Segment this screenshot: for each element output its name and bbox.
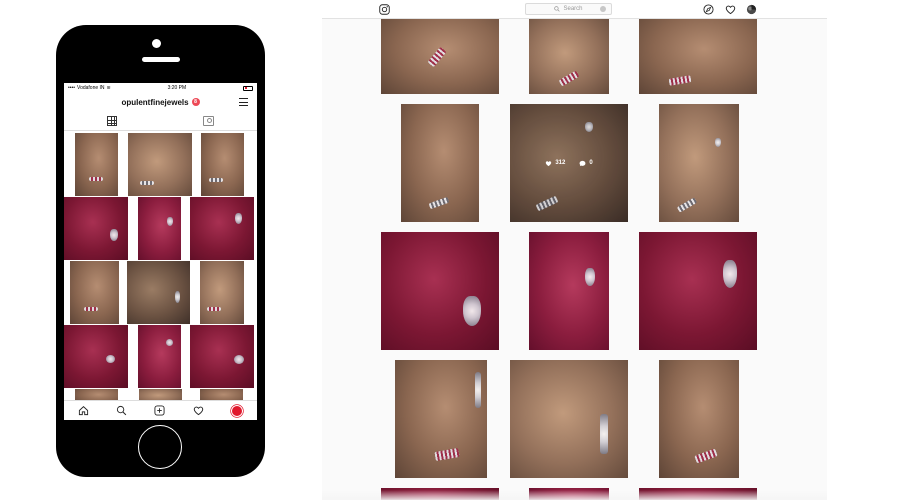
instagram-logo-icon[interactable] bbox=[379, 4, 390, 15]
mobile-post-thumbnail[interactable] bbox=[127, 261, 190, 324]
heart-filled-icon bbox=[546, 160, 552, 166]
mobile-post-thumbnail[interactable] bbox=[190, 325, 254, 388]
search-placeholder: Search bbox=[563, 6, 583, 12]
mobile-grid-row bbox=[64, 261, 257, 324]
profile-username[interactable]: opulentfinejewels bbox=[121, 98, 188, 107]
activity-heart-icon[interactable] bbox=[193, 405, 204, 416]
mobile-post-thumbnail[interactable] bbox=[75, 133, 118, 196]
search-icon[interactable] bbox=[116, 405, 127, 416]
comments-count: 0 bbox=[579, 160, 593, 167]
grid-tab-icon[interactable] bbox=[107, 115, 117, 126]
desktop-post-thumbnail[interactable] bbox=[659, 360, 739, 478]
menu-icon[interactable] bbox=[239, 98, 248, 106]
desktop-grid-row bbox=[381, 232, 757, 350]
home-icon[interactable] bbox=[78, 405, 89, 416]
mobile-grid-row bbox=[64, 325, 257, 388]
desktop-post-grid: 312 0 bbox=[381, 19, 757, 500]
mobile-post-thumbnail[interactable] bbox=[190, 197, 254, 260]
profile-avatar[interactable] bbox=[231, 404, 244, 417]
status-left: •••• Vodafone IN ≋ bbox=[68, 85, 111, 91]
desktop-grid-row: 312 0 bbox=[381, 104, 757, 222]
explore-compass-icon[interactable] bbox=[703, 4, 714, 15]
phone-home-button[interactable] bbox=[138, 425, 182, 469]
clear-search-icon[interactable] bbox=[600, 6, 606, 12]
profile-header: opulentfinejewels 8 bbox=[64, 93, 257, 111]
desktop-browser-view: Search 312 0 bbox=[322, 0, 827, 500]
post-hover-overlay: 312 0 bbox=[510, 104, 628, 222]
carrier-label: Vodafone IN bbox=[77, 85, 105, 91]
mobile-post-thumbnail[interactable] bbox=[138, 325, 181, 388]
desktop-grid-row bbox=[381, 19, 757, 94]
desktop-post-thumbnail[interactable] bbox=[659, 104, 739, 222]
mobile-post-thumbnail[interactable] bbox=[70, 261, 119, 324]
desktop-top-bar: Search bbox=[322, 0, 827, 19]
mobile-bottom-nav bbox=[64, 400, 257, 420]
desktop-post-thumbnail[interactable] bbox=[639, 232, 757, 350]
likes-count-value: 312 bbox=[555, 160, 566, 166]
wifi-icon: ≋ bbox=[106, 85, 111, 91]
phone-camera bbox=[152, 39, 161, 48]
battery-icon bbox=[243, 85, 253, 91]
search-icon bbox=[554, 6, 561, 12]
comments-count-value: 0 bbox=[589, 160, 593, 166]
mobile-grid-row bbox=[64, 133, 257, 196]
status-time: 3:20 PM bbox=[167, 85, 187, 91]
mobile-post-thumbnail[interactable] bbox=[64, 197, 128, 260]
desktop-post-thumbnail[interactable] bbox=[381, 19, 499, 94]
search-bar[interactable]: Search bbox=[525, 3, 612, 15]
mobile-post-thumbnail[interactable] bbox=[200, 261, 244, 324]
activity-heart-icon[interactable] bbox=[725, 4, 736, 15]
status-bar: •••• Vodafone IN ≋ 3:20 PM bbox=[64, 83, 257, 93]
notification-badge[interactable]: 8 bbox=[191, 98, 200, 106]
desktop-post-thumbnail[interactable] bbox=[401, 104, 479, 222]
desktop-post-thumbnail[interactable] bbox=[381, 232, 499, 350]
desktop-post-thumbnail[interactable] bbox=[395, 360, 487, 478]
desktop-post-thumbnail[interactable] bbox=[529, 232, 609, 350]
desktop-post-thumbnail[interactable] bbox=[529, 19, 609, 94]
desktop-post-thumbnail[interactable] bbox=[510, 360, 628, 478]
profile-tabs bbox=[64, 111, 257, 131]
desktop-post-thumbnail[interactable] bbox=[639, 19, 757, 94]
page-bottom-fade bbox=[322, 490, 827, 500]
phone-screen: •••• Vodafone IN ≋ 3:20 PM opulentfineje… bbox=[64, 83, 257, 420]
screenshot-stage: •••• Vodafone IN ≋ 3:20 PM opulentfineje… bbox=[0, 0, 900, 500]
desktop-grid-row bbox=[381, 360, 757, 478]
mobile-grid-row bbox=[64, 197, 257, 260]
mobile-post-grid bbox=[64, 133, 257, 404]
mobile-post-thumbnail[interactable] bbox=[201, 133, 244, 196]
tagged-tab-icon[interactable] bbox=[203, 115, 214, 126]
mobile-post-thumbnail[interactable] bbox=[128, 133, 192, 196]
phone-speaker bbox=[142, 57, 180, 62]
likes-count: 312 bbox=[545, 160, 565, 167]
mobile-post-thumbnail[interactable] bbox=[64, 325, 128, 388]
phone-mockup: •••• Vodafone IN ≋ 3:20 PM opulentfineje… bbox=[56, 25, 265, 477]
comment-bubble-icon bbox=[579, 160, 586, 166]
signal-icon: •••• bbox=[68, 85, 76, 91]
new-post-icon[interactable] bbox=[154, 405, 166, 416]
profile-avatar[interactable] bbox=[746, 4, 757, 15]
desktop-post-thumbnail-hovered[interactable]: 312 0 bbox=[510, 104, 628, 222]
mobile-post-thumbnail[interactable] bbox=[138, 197, 181, 260]
